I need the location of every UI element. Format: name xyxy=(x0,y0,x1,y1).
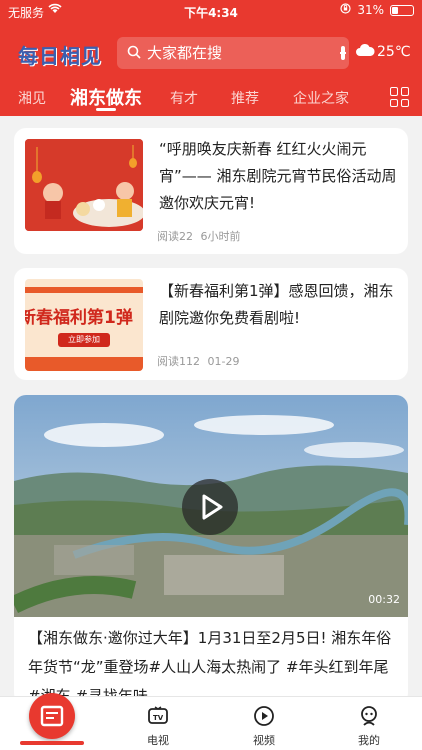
tab-xiangjian[interactable]: 湘见 xyxy=(18,88,46,108)
orientation-lock-icon xyxy=(340,3,351,17)
channel-tabs: 湘见 湘东做东 有才 推荐 企业之家 xyxy=(0,84,422,112)
tab-qiye-zhijia[interactable]: 企业之家 xyxy=(293,88,349,108)
user-icon xyxy=(358,706,380,730)
read-count: 阅读112 xyxy=(157,355,200,368)
search-icon xyxy=(127,44,141,63)
app-logo: 每日相见 xyxy=(18,44,102,68)
article-card[interactable]: “呼朋唤友庆新春 红红火火闹元宵”—— 湘东剧院元宵节民俗活动周邀你欢庆元宵! … xyxy=(14,128,408,254)
nav-mine-label: 我的 xyxy=(358,734,380,747)
app-header: 无服务 下午4:34 31% 每日相见 25℃ 湘见 湘东做东 有才 推荐 xyxy=(0,0,422,116)
play-circle-icon xyxy=(253,706,275,730)
nav-video[interactable]: 视频 xyxy=(234,705,294,748)
tab-xiangdong-zuodong[interactable]: 湘东做东 xyxy=(70,84,142,110)
bottom-nav: TV 电视 视频 我的 xyxy=(0,693,422,750)
video-card[interactable]: 00:32 【湘东做东·邀你过大年】1月31日至2月5日! 湘东年俗年货节“龙”… xyxy=(14,395,408,705)
temperature: 25℃ xyxy=(377,44,411,60)
svg-text:TV: TV xyxy=(153,714,164,722)
publish-time: 01-29 xyxy=(207,355,240,368)
article-title: 【新春福利第1弹】感恩回馈，湘东剧院邀你免费看剧啦! xyxy=(159,282,394,327)
battery-icon xyxy=(390,4,414,16)
video-duration: 00:32 xyxy=(368,593,400,606)
weather-widget[interactable]: 25℃ xyxy=(355,43,411,61)
more-channels-icon[interactable] xyxy=(390,87,410,107)
tab-youcai[interactable]: 有才 xyxy=(170,88,198,108)
article-meta: 阅读112 01-29 xyxy=(157,353,239,369)
read-count: 阅读22 xyxy=(157,230,193,243)
tv-icon: TV xyxy=(147,706,169,730)
battery-percent: 31% xyxy=(357,3,384,17)
article-thumbnail: 新春福利第1弹 立即参加 xyxy=(25,279,143,371)
active-nav-indicator xyxy=(20,741,84,745)
tab-tuijian[interactable]: 推荐 xyxy=(231,88,259,108)
nav-home[interactable] xyxy=(29,693,75,739)
thumbnail-headline: 新春福利第1弹 xyxy=(25,308,133,328)
scan-icon[interactable] xyxy=(340,46,346,60)
cloud-icon xyxy=(355,43,375,61)
nav-tv-label: 电视 xyxy=(147,734,169,747)
publish-time: 6小时前 xyxy=(200,230,241,243)
nav-video-label: 视频 xyxy=(253,734,275,747)
play-icon[interactable] xyxy=(182,479,238,535)
article-thumbnail xyxy=(25,139,143,231)
video-title: 【湘东做东·邀你过大年】1月31日至2月5日! 湘东年俗年货节“龙”重登场#人山… xyxy=(28,629,392,705)
thumbnail-button-label: 立即参加 xyxy=(58,333,110,347)
status-bar: 无服务 下午4:34 31% xyxy=(0,0,422,24)
active-tab-indicator xyxy=(96,108,116,111)
search-input[interactable] xyxy=(147,44,341,62)
article-meta: 阅读22 6小时前 xyxy=(157,228,241,244)
nav-tv[interactable]: TV 电视 xyxy=(128,705,188,748)
search-bar[interactable] xyxy=(117,37,349,69)
article-title: “呼朋唤友庆新春 红红火火闹元宵”—— 湘东剧院元宵节民俗活动周邀你欢庆元宵! xyxy=(159,140,397,212)
article-card[interactable]: 新春福利第1弹 立即参加 【新春福利第1弹】感恩回馈，湘东剧院邀你免费看剧啦! … xyxy=(14,268,408,380)
nav-mine[interactable]: 我的 xyxy=(339,705,399,748)
